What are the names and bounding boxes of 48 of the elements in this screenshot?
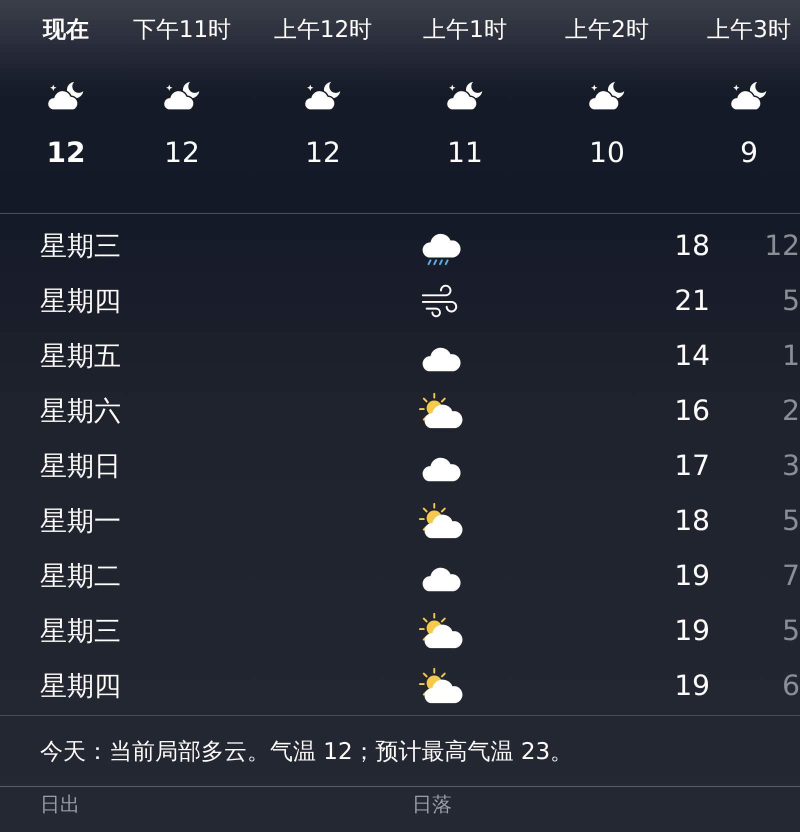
high-temperature: 16 [673, 394, 710, 427]
low-temperature: 7 [781, 559, 800, 592]
high-temperature: 17 [673, 449, 710, 482]
high-temperature: 19 [673, 614, 710, 647]
hour-temperature: 10 [589, 136, 625, 169]
day-name: 星期三 [40, 230, 122, 264]
moon-cloud-icon [445, 79, 485, 112]
hour-label: 上午1时 [423, 16, 507, 45]
day-name: 星期日 [40, 450, 122, 484]
high-temperature: 21 [673, 284, 710, 317]
detail-label: 日出 [40, 791, 81, 818]
high-temperature: 18 [673, 229, 710, 262]
hour-temperature: 12 [305, 136, 341, 169]
forecast-summary: 今天：当前局部多云。气温 12；预计最高气温 23。 [40, 738, 574, 766]
low-temperature: 2 [781, 394, 800, 427]
low-temperature: 12 [763, 229, 800, 262]
hour-label: 上午3时 [707, 16, 791, 45]
hour-label: 现在 [43, 16, 89, 45]
day-name: 星期三 [40, 614, 122, 648]
day-name: 星期二 [40, 560, 122, 594]
hour-temperature: 12 [46, 136, 86, 169]
day-name: 星期五 [40, 340, 122, 374]
high-temperature: 14 [673, 339, 710, 372]
low-temperature: 5 [781, 614, 800, 647]
low-temperature: 1 [781, 339, 800, 372]
high-temperature: 19 [673, 669, 710, 702]
moon-cloud-icon [303, 79, 343, 112]
hour-temperature: 12 [164, 136, 200, 169]
hour-label: 下午11时 [132, 16, 232, 45]
day-name: 星期四 [40, 670, 122, 704]
low-temperature: 5 [781, 504, 800, 537]
low-temperature: 5 [781, 284, 800, 317]
low-temperature: 6 [781, 669, 800, 702]
day-name: 星期四 [40, 284, 122, 318]
high-temperature: 18 [673, 504, 710, 537]
hour-label: 上午2时 [565, 16, 649, 45]
day-name: 星期一 [40, 504, 122, 538]
hour-temperature: 11 [447, 136, 483, 169]
high-temperature: 19 [673, 559, 710, 592]
moon-cloud-icon [162, 79, 202, 112]
moon-cloud-icon [729, 79, 769, 112]
moon-cloud-icon [587, 79, 627, 112]
moon-cloud-icon [46, 79, 86, 112]
hour-temperature: 9 [740, 136, 758, 169]
hour-label: 上午12时 [274, 16, 372, 45]
low-temperature: 3 [781, 449, 800, 482]
detail-label: 日落 [412, 791, 453, 818]
day-name: 星期六 [40, 394, 122, 428]
